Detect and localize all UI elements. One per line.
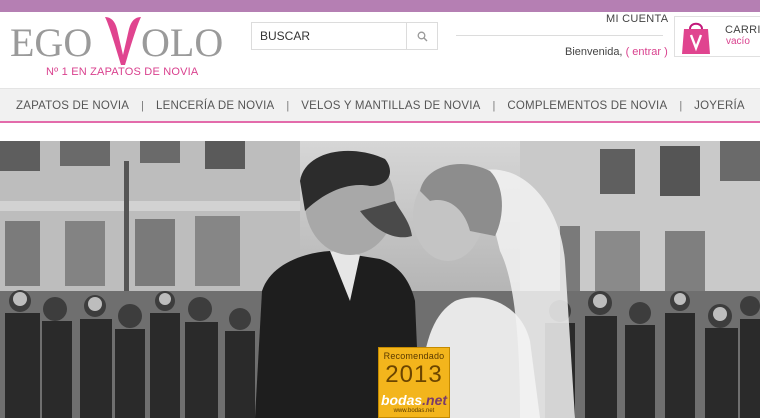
login-label: entrar [632,46,662,58]
shopping-bag-icon [682,22,710,54]
badge-brand-main: bodas [380,392,423,408]
nav-item-complementos[interactable]: COMPLEMENTOS DE NOVIA [507,100,667,112]
search-button[interactable] [406,23,437,49]
welcome-label: Bienvenida, [565,46,623,58]
nav-separator: | [141,99,144,112]
cart-status: vacío [726,36,750,47]
nav-separator: | [286,99,290,112]
nav-item-joyeria[interactable]: JOYERÍA [694,100,745,112]
login-link[interactable]: ( entrar ) [626,46,668,58]
top-accent-bar [0,0,760,12]
nav-separator: | [679,99,683,112]
search-box [251,22,438,50]
nav-item-zapatos[interactable]: ZAPATOS DE NOVIA [16,100,129,112]
nav-item-lenceria[interactable]: LENCERÍA DE NOVIA [156,100,274,112]
site-tagline: Nº 1 EN ZAPATOS DE NOVIA [46,66,199,78]
my-account-link[interactable]: MI CUENTA [606,13,668,25]
login-paren-close: ) [661,46,668,58]
cart-widget[interactable]: CARRITO vacío [674,16,760,57]
badge-year: 2013 [385,361,443,388]
logo-heart-v-icon [105,17,141,65]
logo-text-left: EGO [10,20,93,65]
main-navigation: ZAPATOS DE NOVIA | LENCERÍA DE NOVIA | V… [0,88,760,122]
welcome-text: Bienvenida, ( entrar ) [565,46,668,58]
search-icon [417,31,427,41]
nav-item-velos[interactable]: VELOS Y MANTILLAS DE NOVIA [301,100,480,112]
badge-brand-accent: .net [422,392,448,408]
nav-accent-line [0,121,760,123]
search-input[interactable] [252,23,407,49]
badge-brand: bodas.net [379,392,449,408]
logo-text-right: OLO [141,20,224,65]
nav-separator: | [492,99,496,112]
site-header: EGO OLO Nº 1 EN ZAPATOS DE NOVIA MI CUEN… [0,12,760,88]
site-logo[interactable]: EGO OLO [10,15,224,67]
bodas-recommended-badge[interactable]: Recomendado 2013 bodas.net www.bodas.net [378,347,450,418]
cart-title: CARRITO [725,24,760,36]
badge-recommended-label: Recomendado [383,351,445,361]
account-divider [456,35,663,36]
badge-url: www.bodas.net [393,408,435,414]
